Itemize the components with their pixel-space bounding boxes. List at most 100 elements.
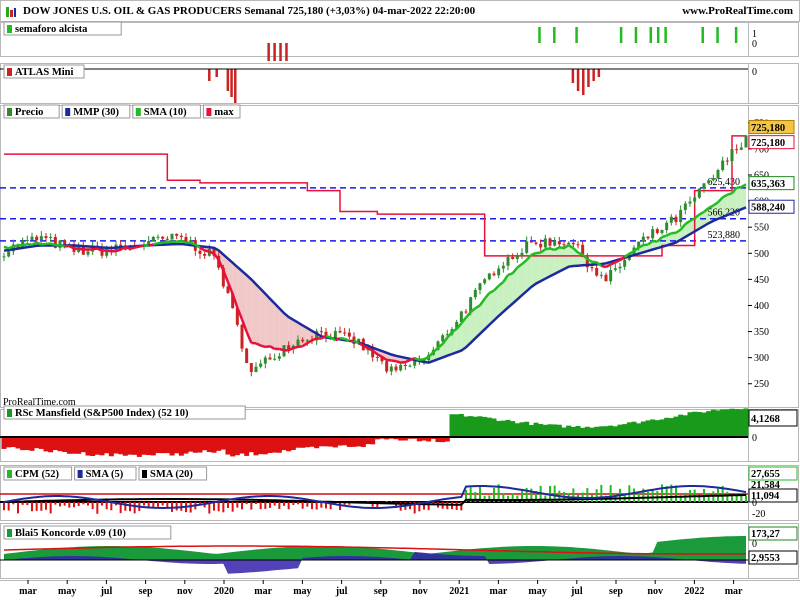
x-tick-label: nov <box>647 586 663 597</box>
rsc-bar <box>108 437 114 457</box>
rsc-bar <box>519 422 525 437</box>
candle <box>651 225 655 241</box>
atlas-bar <box>279 43 282 61</box>
sma-segment <box>153 241 159 246</box>
rsc-bar <box>62 437 68 452</box>
cpm-tick-0: 0 <box>752 498 757 509</box>
rsc-bar <box>160 437 166 454</box>
rsc-bar <box>118 437 124 455</box>
candle <box>716 168 720 179</box>
cpm-bar <box>287 502 290 510</box>
rsc-bar <box>454 414 460 437</box>
rsc-bar <box>220 437 226 450</box>
rsc-bar <box>468 416 474 437</box>
candle-body <box>683 203 687 211</box>
koncorde-legend-swatch <box>7 529 12 537</box>
candle <box>394 363 398 373</box>
candle-body <box>170 233 174 240</box>
candle <box>679 205 683 227</box>
y-tick-label: 250 <box>754 379 769 390</box>
candle-body <box>567 242 571 245</box>
candle <box>529 236 533 243</box>
sma-segment <box>652 239 658 243</box>
cpm-bar <box>40 502 43 511</box>
koncorde-blue-box: 2,9553 <box>751 553 780 564</box>
cpm-bar <box>278 502 281 509</box>
candle-body <box>497 268 501 276</box>
candle-body <box>343 332 347 334</box>
candle-body <box>25 239 29 241</box>
cpm-bar <box>306 502 309 507</box>
rsc-bar <box>360 437 366 447</box>
cpm-bar <box>544 495 547 502</box>
sma-segment <box>204 249 210 253</box>
cpm-bar <box>726 491 729 502</box>
sma-segment <box>260 344 266 349</box>
candle-body <box>277 356 281 359</box>
rsc-bar <box>556 424 562 437</box>
cpm-bar <box>31 502 33 512</box>
candle-body <box>375 357 379 359</box>
rsc-bar <box>743 408 749 437</box>
rsc-bar <box>66 437 72 454</box>
rsc-bar <box>234 437 240 456</box>
rsc-bar <box>295 437 301 448</box>
candle-body <box>571 242 575 245</box>
rsc-bar <box>29 437 35 451</box>
bear-fill-segment <box>260 289 266 347</box>
rsc-bar <box>650 419 656 437</box>
price-y-ticks: 750700650600550500450400350300250 <box>748 118 769 390</box>
candle-body <box>725 160 729 162</box>
candle-body <box>520 252 524 257</box>
sma-segment <box>190 241 196 246</box>
rsc-bar <box>449 414 455 437</box>
sma-segment <box>334 337 341 342</box>
candle <box>254 362 258 373</box>
candle-body <box>179 235 183 238</box>
rsc-bar <box>192 437 198 453</box>
sma-segment <box>251 341 257 345</box>
rsc-bar <box>594 426 600 437</box>
chart-canvas[interactable]: 10 0 75070065060055050045040035030025062… <box>0 0 800 600</box>
sma-segment <box>27 242 33 246</box>
candle <box>660 229 664 235</box>
koncorde-tick-0: 0 <box>752 539 757 550</box>
rsc-bar <box>622 424 628 437</box>
rsc-bar <box>346 437 352 447</box>
cpm-bar <box>245 502 248 505</box>
candle-body <box>394 366 398 371</box>
semaforo-bar <box>701 27 704 43</box>
sma-segment <box>22 242 28 247</box>
rsc-bar <box>1 437 7 449</box>
sma-segment <box>162 240 168 245</box>
bear-fill-segment <box>279 308 284 351</box>
max-legend-label: max <box>214 107 234 118</box>
x-tick-label: sep <box>139 586 153 597</box>
semaforo-bar <box>553 27 556 43</box>
candle-body <box>618 266 622 269</box>
candle-body <box>478 283 482 291</box>
candle <box>343 328 347 337</box>
rsc-bar <box>258 437 264 455</box>
candle-body <box>501 265 505 269</box>
rsc-bar <box>720 409 726 437</box>
candle-body <box>492 273 496 276</box>
candle <box>506 254 510 271</box>
cpm-bar <box>390 501 393 502</box>
rsc-bar <box>687 412 693 437</box>
atlas-bar <box>230 69 233 97</box>
rsc-bar <box>276 437 282 453</box>
candle-body <box>599 274 603 276</box>
cpm-bar <box>273 502 276 506</box>
rsc-bar <box>715 410 721 437</box>
candle-body <box>539 243 543 248</box>
candle-body <box>553 241 557 246</box>
cpm-bar <box>157 502 159 507</box>
candle-body <box>319 331 323 333</box>
sma-segment <box>297 344 303 349</box>
candle-body <box>702 183 706 189</box>
candle-body <box>487 273 491 280</box>
candle <box>273 353 277 361</box>
atlas-bar <box>592 69 595 81</box>
candle-body <box>641 236 645 242</box>
